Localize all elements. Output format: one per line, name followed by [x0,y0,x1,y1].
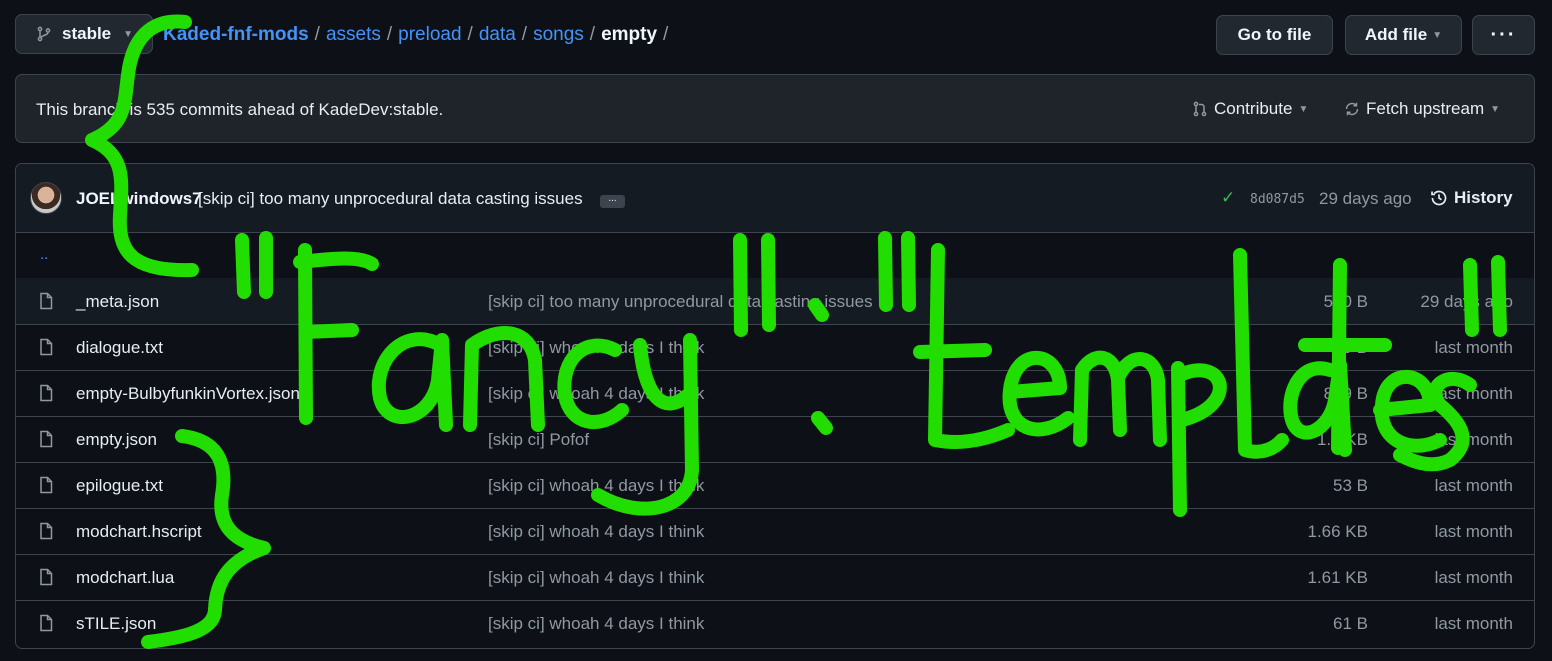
sync-icon [1345,102,1359,116]
file-last-modified: last month [1434,614,1513,633]
file-commit-message-link[interactable]: [skip ci] whoah 4 days I think [488,384,704,404]
chevron-down-icon: ▼ [1432,29,1443,41]
file-name-link[interactable]: empty.json [76,430,157,450]
file-row[interactable]: sTILE.json [skip ci] whoah 4 days I think… [16,600,1534,646]
file-row[interactable]: dialogue.txt [skip ci] whoah 4 days I thi… [16,324,1534,371]
contribute-label: Contribute [1214,99,1293,118]
parent-directory-link[interactable]: .. [40,246,48,263]
file-icon [40,476,53,494]
file-last-modified: last month [1434,476,1513,495]
chevron-down-icon: ▼ [1490,103,1501,115]
pull-request-icon [1193,101,1207,117]
breadcrumb-link-preload[interactable]: preload [398,24,461,46]
fetch-upstream-label: Fetch upstream [1366,99,1485,118]
breadcrumb-separator: / [314,24,320,45]
file-size: 1.5 KB [1316,430,1368,449]
file-row[interactable]: _meta.json [skip ci] too many unprocedura… [16,278,1534,325]
history-icon [1431,190,1447,206]
file-name-link[interactable]: sTILE.json [76,614,156,634]
file-last-modified: 29 days ago [1420,292,1513,311]
file-size: 61 B [1333,614,1368,633]
file-name-link[interactable]: dialogue.txt [76,338,163,358]
file-last-modified: last month [1434,384,1513,403]
file-last-modified: last month [1434,430,1513,449]
file-browser: JOELwindows7 [skip ci] too many unproced… [15,163,1535,649]
chevron-down-icon: ▼ [123,28,134,40]
file-commit-message-link[interactable]: [skip ci] whoah 4 days I think [488,522,704,542]
latest-commit-bar: JOELwindows7 [skip ci] too many unproced… [16,164,1534,233]
file-name-link[interactable]: _meta.json [76,292,159,312]
file-name-link[interactable]: modchart.lua [76,568,174,588]
file-last-modified: last month [1434,338,1513,357]
git-branch-icon [37,26,51,42]
file-size: 1.61 KB [1307,568,1369,587]
breadcrumb-link-songs[interactable]: songs [533,24,584,46]
breadcrumb-current: empty [601,24,658,45]
add-file-button[interactable]: Add file ▼ [1345,15,1462,55]
file-icon [40,568,53,586]
commit-message-link[interactable]: [skip ci] too many unprocedural data cas… [198,189,583,209]
file-size: 53 B [1333,476,1368,495]
file-size: 0 B [1342,338,1368,357]
commit-author-link[interactable]: JOELwindows7 [76,189,202,209]
file-icon [40,338,53,356]
file-row[interactable]: epilogue.txt [skip ci] whoah 4 days I thi… [16,462,1534,509]
breadcrumb-separator: / [386,24,393,45]
file-commit-message-link[interactable]: [skip ci] too many unprocedural data cas… [488,292,873,312]
branch-name: stable [62,24,112,43]
file-last-modified: last month [1434,568,1513,587]
breadcrumb-separator: / [467,24,473,45]
contribute-button[interactable]: Contribute ▼ [1192,99,1308,119]
file-row[interactable]: empty-BulbyfunkinVortex.json [skip ci] wh… [16,370,1534,417]
file-name-link[interactable]: epilogue.txt [76,476,163,496]
history-label: History [1454,188,1513,207]
file-name-link[interactable]: modchart.hscript [76,522,202,542]
file-size: 1.66 KB [1307,522,1369,541]
file-commit-message-link[interactable]: [skip ci] whoah 4 days I think [488,614,704,634]
file-row[interactable]: empty.json [skip ci] Pofof 1.5 KB last mont… [16,416,1534,463]
file-icon [40,430,53,448]
file-size: 500 B [1323,292,1368,311]
file-icon [40,292,53,310]
history-button[interactable]: History [1430,188,1513,208]
branch-selector-button[interactable]: stable ▼ [15,14,153,54]
commit-expand-button[interactable]: ... [600,194,625,208]
chevron-down-icon: ▼ [1298,103,1309,115]
file-row[interactable]: modchart.lua [skip ci] whoah 4 days I thi… [16,554,1534,601]
breadcrumb-separator: / [663,24,669,45]
file-commit-message-link[interactable]: [skip ci] whoah 4 days I think [488,338,704,358]
file-size: 859 B [1323,384,1368,403]
breadcrumb-link-assets[interactable]: assets [326,24,381,46]
breadcrumb-separator: / [521,24,528,45]
branch-status-bar: This branch is 535 commits ahead of Kade… [15,74,1535,143]
file-last-modified: last month [1434,522,1513,541]
file-commit-message-link[interactable]: [skip ci] whoah 4 days I think [488,568,704,588]
file-icon [40,384,53,402]
go-to-file-button[interactable]: Go to file [1216,15,1333,55]
file-icon [40,614,53,632]
more-options-button[interactable]: ··· [1472,15,1535,55]
fetch-upstream-button[interactable]: Fetch upstream ▼ [1344,99,1500,119]
breadcrumb-link-data[interactable]: data [479,24,516,46]
file-commit-message-link[interactable]: [skip ci] Pofof [488,430,589,450]
branch-status-text: This branch is 535 commits ahead of Kade… [36,100,444,119]
file-row[interactable]: modchart.hscript [skip ci] whoah 4 days I… [16,508,1534,555]
file-icon [40,522,53,540]
breadcrumb: Kaded-fnf-mods / assets / preload / data… [163,24,668,46]
avatar[interactable] [30,182,62,214]
breadcrumb-repo-link[interactable]: Kaded-fnf-mods [163,24,309,46]
check-icon[interactable]: ✓ [1221,188,1235,208]
commit-age: 29 days ago [1319,189,1412,208]
commit-sha-link[interactable]: 8d087d5 [1250,192,1305,207]
file-name-link[interactable]: empty-BulbyfunkinVortex.json [76,384,300,404]
file-commit-message-link[interactable]: [skip ci] whoah 4 days I think [488,476,704,496]
parent-directory-row[interactable]: .. [16,232,1534,279]
add-file-label: Add file [1364,25,1428,44]
breadcrumb-separator: / [589,24,596,45]
